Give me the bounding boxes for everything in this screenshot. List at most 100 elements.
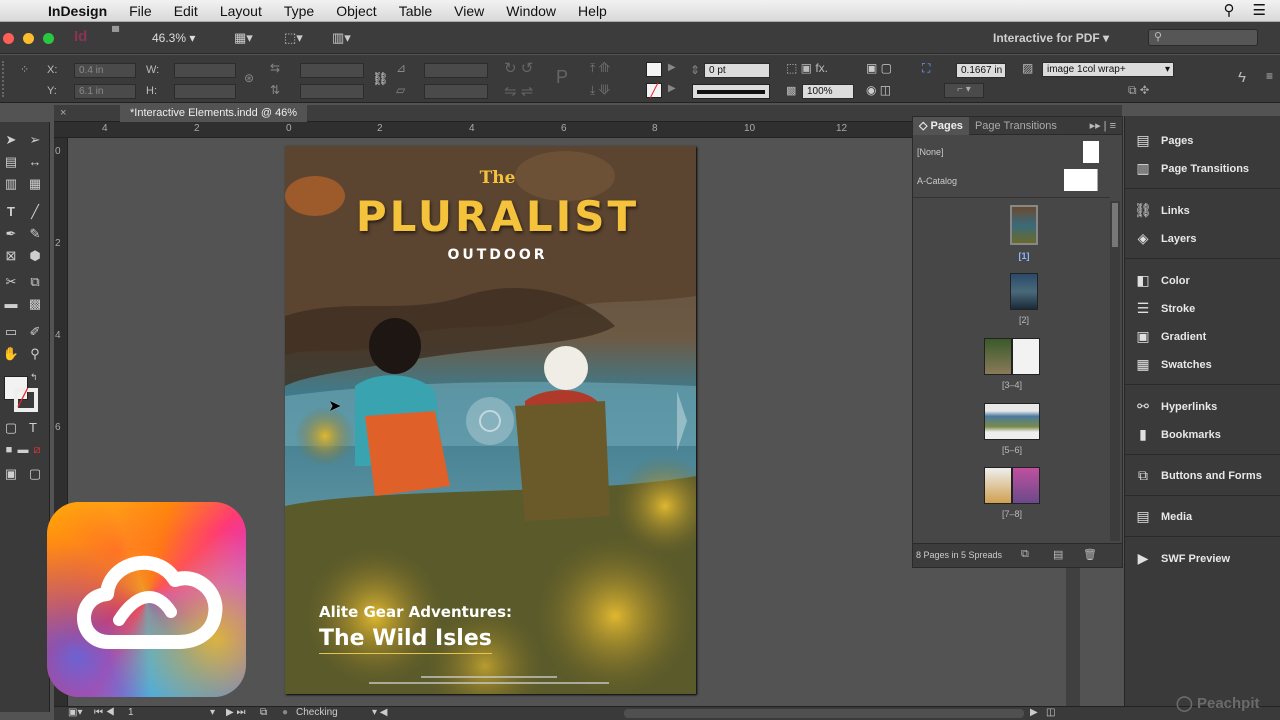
object-style-dropdown[interactable]: image 1col wrap+ ▾ bbox=[1042, 62, 1174, 77]
page-number-field[interactable]: 1 bbox=[128, 707, 134, 718]
menu-table[interactable]: Table bbox=[388, 3, 443, 19]
text-wrap-icons[interactable]: ▣ ▢ bbox=[866, 61, 892, 75]
zoom-tool-icon[interactable]: ⚲ bbox=[26, 346, 44, 362]
page-thumb[interactable] bbox=[1012, 338, 1040, 375]
open-page-icon[interactable]: ⧉ bbox=[260, 707, 267, 718]
opacity-field[interactable]: 100% bbox=[802, 84, 854, 99]
menu-view[interactable]: View bbox=[443, 3, 495, 19]
menu-help[interactable]: Help bbox=[567, 3, 618, 19]
dock-item-bookmarks[interactable]: ▮ Bookmarks bbox=[1133, 426, 1221, 443]
stroke-swatch[interactable]: ╱ bbox=[646, 83, 662, 98]
zoom-level-dropdown[interactable]: 46.3% ▾ bbox=[152, 31, 195, 45]
new-page-icon[interactable]: ▤ bbox=[1053, 548, 1063, 561]
scroll-right-icon[interactable]: ▶ bbox=[1030, 707, 1038, 718]
page-thumb[interactable] bbox=[1010, 273, 1038, 310]
page-thumb[interactable] bbox=[1012, 467, 1040, 504]
document-page[interactable]: The PLURALIST OUTDOOR Alite Gear Adventu… bbox=[285, 146, 696, 694]
polygon-tool-icon[interactable]: ⬢ bbox=[26, 248, 44, 264]
type-tool-icon[interactable]: T bbox=[2, 204, 20, 220]
fill-menu-arrow[interactable]: ▶ bbox=[668, 62, 676, 73]
selection-tool-icon[interactable]: ➤ bbox=[2, 132, 20, 148]
preview-mode-icon[interactable]: ▢ bbox=[26, 466, 44, 482]
shear-field[interactable] bbox=[424, 84, 488, 99]
tab-pages[interactable]: ◇ Pages bbox=[913, 116, 969, 135]
constrain-proportions-icon[interactable]: ⊛ bbox=[244, 71, 254, 85]
direct-selection-tool-icon[interactable]: ➢ bbox=[26, 132, 44, 148]
line-tool-icon[interactable]: ╱ bbox=[26, 204, 44, 220]
fitting-icons[interactable]: ⬚ ▣ fx. bbox=[786, 61, 828, 75]
arrange-documents-icon[interactable]: ▥▾ bbox=[332, 30, 351, 46]
gap-tool-icon[interactable]: ↔ bbox=[26, 154, 44, 170]
page-tool-icon[interactable]: ▤ bbox=[2, 154, 20, 170]
width-field[interactable] bbox=[174, 63, 236, 78]
formatting-text-icon[interactable]: T bbox=[24, 420, 42, 436]
workspace-switcher[interactable]: Interactive for PDF ▾ bbox=[993, 31, 1109, 45]
dock-item-layers[interactable]: ◈ Layers bbox=[1133, 230, 1197, 247]
select-content-icon[interactable]: ⤓ ⟱ bbox=[590, 83, 610, 98]
next-page-icon[interactable]: ▶ ⏭ bbox=[226, 707, 245, 718]
page-thumb[interactable] bbox=[1010, 205, 1038, 245]
normal-view-icon[interactable]: ▣ bbox=[2, 466, 20, 482]
rotate-buttons-icon[interactable]: ↻ ↺ bbox=[504, 59, 533, 77]
master-a-thumb[interactable] bbox=[1064, 169, 1098, 191]
scale-y-field[interactable] bbox=[300, 84, 364, 99]
dock-item-color[interactable]: ◧ Color bbox=[1133, 272, 1189, 289]
bridge-icon[interactable]: ▀ bbox=[112, 27, 119, 38]
gradient-swatch-tool-icon[interactable]: ▬ bbox=[2, 296, 20, 312]
note-tool-icon[interactable]: ▭ bbox=[2, 324, 20, 340]
menu-edit[interactable]: Edit bbox=[163, 3, 209, 19]
offset-field[interactable]: 0.1667 in bbox=[956, 63, 1006, 78]
select-container-icon[interactable]: ⤒ ⟰ bbox=[590, 61, 610, 76]
dock-item-buttons-and-forms[interactable]: ⧉ Buttons and Forms bbox=[1133, 467, 1262, 484]
autofit-icons[interactable]: ◉ ◫ bbox=[866, 83, 891, 97]
collapse-panel-icon[interactable]: ▸▸ | ≡ bbox=[1090, 119, 1122, 132]
dock-item-media[interactable]: ▤ Media bbox=[1133, 508, 1192, 525]
menu-file[interactable]: File bbox=[118, 3, 163, 19]
page-thumb[interactable] bbox=[984, 467, 1012, 504]
stroke-type-dropdown[interactable] bbox=[692, 84, 770, 99]
scale-x-field[interactable] bbox=[300, 63, 364, 78]
panel-menu-icon[interactable]: ≡ bbox=[1266, 69, 1273, 83]
dock-item-stroke[interactable]: ☰ Stroke bbox=[1133, 300, 1196, 317]
dock-item-links[interactable]: ⛓ Links bbox=[1133, 202, 1190, 219]
dock-item-page-transitions[interactable]: ▥ Page Transitions bbox=[1133, 160, 1249, 177]
pencil-tool-icon[interactable]: ✎ bbox=[26, 226, 44, 242]
delete-page-icon[interactable]: 🗑 bbox=[1083, 548, 1097, 561]
master-none-thumb[interactable] bbox=[1083, 141, 1099, 163]
edit-page-size-icon[interactable]: ⧉ bbox=[1021, 548, 1029, 561]
tab-page-transitions[interactable]: Page Transitions bbox=[969, 117, 1063, 135]
stroke-weight-field[interactable]: 0 pt bbox=[704, 63, 770, 78]
fill-swatch[interactable] bbox=[646, 62, 662, 77]
height-field[interactable] bbox=[174, 84, 236, 99]
help-search-input[interactable]: ⚲ bbox=[1148, 29, 1258, 46]
swap-fill-stroke-icon[interactable]: ↰ bbox=[30, 372, 38, 383]
preflight-menu-icon[interactable]: ▾ ◀ bbox=[372, 707, 388, 718]
spotlight-search-icon[interactable]: ⚲ bbox=[1224, 1, 1235, 19]
horizontal-scrollbar-thumb[interactable] bbox=[624, 709, 1024, 718]
rotation-field[interactable] bbox=[424, 63, 488, 78]
panel-grip[interactable] bbox=[2, 61, 8, 97]
pen-tool-icon[interactable]: ✒ bbox=[2, 226, 20, 242]
menu-layout[interactable]: Layout bbox=[209, 3, 273, 19]
apply-none-icon[interactable]: ⧄ bbox=[28, 442, 46, 458]
corner-shape-dropdown[interactable]: ⌐ ▾ bbox=[944, 83, 984, 98]
content-collector-icon[interactable]: ▥ bbox=[2, 176, 20, 192]
free-transform-tool-icon[interactable]: ⧉ bbox=[26, 274, 44, 290]
formatting-container-icon[interactable]: ▢ bbox=[2, 420, 20, 436]
document-tab[interactable]: *Interactive Elements.indd @ 46% bbox=[120, 105, 308, 122]
x-position-field[interactable]: 0.4 in bbox=[74, 63, 136, 78]
flip-buttons-icon[interactable]: ⇋ ⇌ bbox=[504, 82, 533, 100]
zoom-window-button[interactable] bbox=[43, 33, 54, 44]
split-window-icon[interactable]: ◫ bbox=[1046, 707, 1055, 718]
minimize-window-button[interactable] bbox=[23, 33, 34, 44]
y-position-field[interactable]: 6.1 in bbox=[74, 84, 136, 99]
close-document-icon[interactable]: × bbox=[60, 107, 66, 119]
stroke-menu-arrow[interactable]: ▶ bbox=[668, 83, 676, 94]
content-placer-icon[interactable]: ▦ bbox=[26, 176, 44, 192]
eyedropper-tool-icon[interactable]: ✐ bbox=[26, 324, 44, 340]
pages-scrollbar-thumb[interactable] bbox=[1112, 203, 1118, 247]
reference-point-icon[interactable]: ⁘ bbox=[20, 63, 29, 76]
view-options-icon[interactable]: ▦▾ bbox=[234, 30, 253, 46]
dock-item-swf-preview[interactable]: ▶ SWF Preview bbox=[1133, 550, 1230, 567]
constrain-scale-icon[interactable]: ⛓ bbox=[372, 71, 389, 87]
